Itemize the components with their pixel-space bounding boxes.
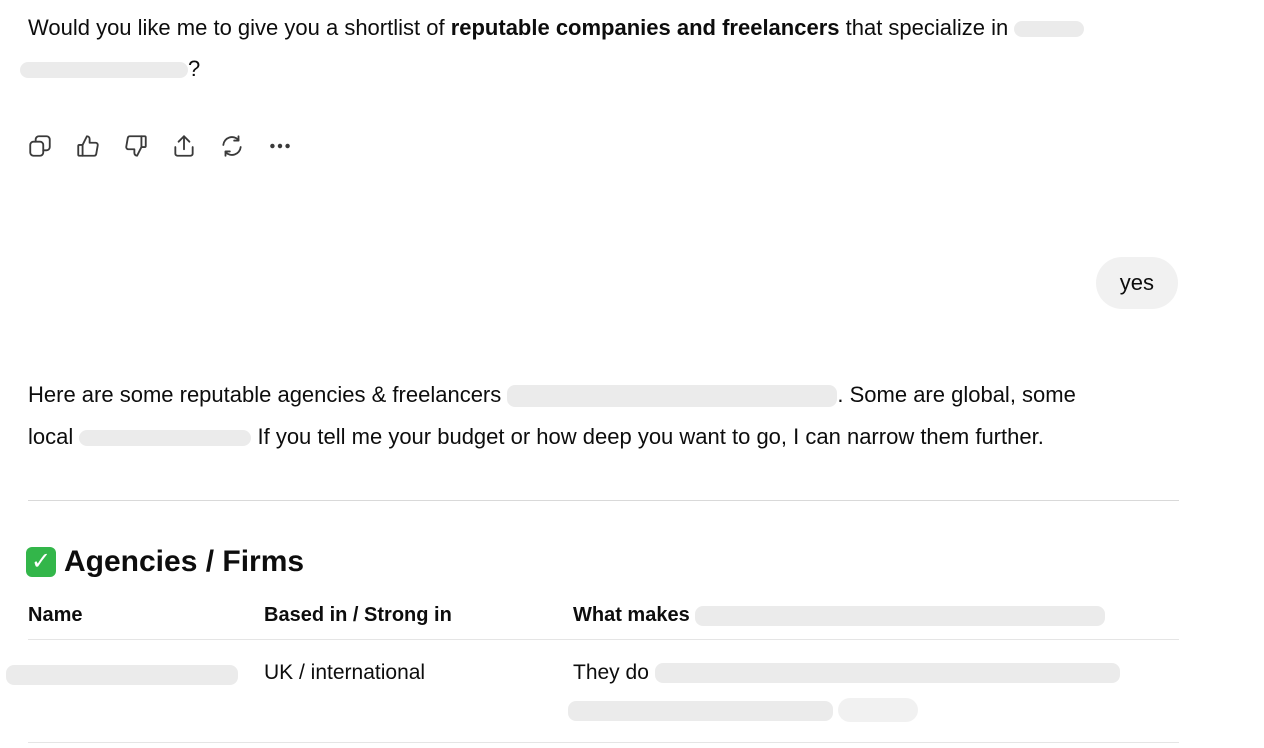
divider: [28, 500, 1179, 501]
section-title: Agencies / Firms: [64, 545, 305, 578]
redacted-text: [568, 701, 833, 721]
regenerate-button[interactable]: [216, 128, 248, 164]
assistant-message-1-line2: ?: [20, 48, 200, 90]
more-icon: [270, 143, 290, 149]
thumbs-up-icon: [77, 135, 99, 157]
table-row: UK / international They do: [0, 640, 1180, 740]
table-cell-what: They do: [573, 661, 1120, 685]
table-cell-text: They do: [573, 661, 649, 684]
message-text: . Some are global, some: [837, 382, 1076, 407]
share-button[interactable]: [168, 128, 200, 164]
redacted-text: [1014, 21, 1085, 38]
user-message-bubble: yes: [1095, 257, 1178, 309]
table-cell-based: UK / international: [264, 661, 426, 684]
section-heading: ✓ Agencies / Firms: [26, 545, 304, 579]
message-text-end: ?: [188, 56, 201, 81]
more-options-button[interactable]: [264, 128, 296, 164]
redacted-text: [79, 430, 252, 447]
message-bold-text: reputable companies and freelancers: [450, 15, 840, 40]
thumbs-down-icon: [125, 135, 147, 157]
citation-pill[interactable]: [838, 698, 918, 722]
table-header-based: Based in / Strong in: [264, 604, 452, 626]
copy-icon: [29, 135, 51, 157]
message-actions-bar: [24, 128, 296, 164]
redacted-text: [507, 385, 838, 408]
check-mark-icon: ✓: [26, 547, 56, 577]
assistant-message-2-line2: local If you tell me your budget or how …: [28, 416, 1044, 458]
regenerate-icon: [222, 135, 242, 157]
redacted-text: [20, 62, 188, 79]
message-text: Here are some reputable agencies & freel…: [28, 382, 502, 407]
message-text: If you tell me your budget or how deep y…: [251, 424, 1044, 449]
assistant-message-2: Here are some reputable agencies & freel…: [28, 374, 1076, 416]
message-text-suffix: that specialize in: [839, 15, 1009, 40]
share-icon: [174, 135, 194, 157]
message-text: Would you like me to give you a shortlis…: [28, 15, 451, 40]
message-text: local: [28, 424, 74, 449]
thumbs-up-button[interactable]: [72, 128, 104, 164]
redacted-text: [695, 605, 1106, 626]
redacted-text: [654, 663, 1120, 684]
table-header-text: What makes: [573, 604, 690, 626]
table-header-what: What makes: [573, 604, 1106, 627]
assistant-message-1: Would you like me to give you a shortlis…: [28, 7, 1085, 49]
table-row-divider: [28, 742, 1179, 743]
copy-button[interactable]: [24, 128, 56, 164]
table-header-name: Name: [28, 604, 83, 626]
redacted-name: [6, 665, 238, 685]
thumbs-down-button[interactable]: [120, 128, 152, 164]
